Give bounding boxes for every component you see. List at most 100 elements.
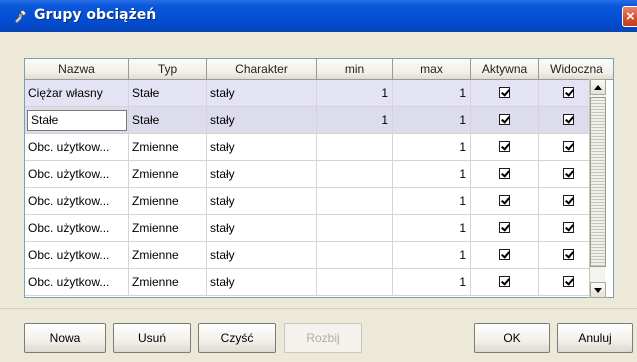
checkbox-widoczna[interactable] [562,248,574,260]
cell-min[interactable]: 1 [317,80,393,107]
column-header-widoczna[interactable]: Widoczna [539,59,613,80]
cell-max[interactable]: 1 [393,215,471,242]
table-row[interactable]: Ciężar własny Stałe stały 1 1 [25,80,598,107]
table-header: Nazwa Typ Charakter min max Aktywna Wido… [25,59,613,80]
cell-charakter[interactable]: stały [207,161,317,188]
cell-typ[interactable]: Stałe [129,107,207,134]
cell-nazwa[interactable]: Stałe [25,107,129,134]
cell-typ[interactable]: Zmienne [129,188,207,215]
dialog-window: Grupy obciążeń × Nazwa Typ Charakter min… [0,0,637,362]
checkbox-aktywna[interactable] [499,194,510,206]
title-bar[interactable]: Grupy obciążeń × [0,0,637,32]
cell-aktywna[interactable] [471,107,539,134]
scroll-up-button[interactable] [590,79,606,95]
cell-nazwa[interactable]: Obc. użytkow... [25,188,129,215]
table-row[interactable]: Obc. użytkow... Zmienne stały 1 [25,134,598,161]
cell-aktywna[interactable] [471,269,539,296]
checkbox-aktywna[interactable] [499,248,510,260]
cell-max[interactable]: 1 [393,134,471,161]
cell-charakter[interactable]: stały [207,134,317,161]
cell-min[interactable]: 1 [317,107,393,134]
load-groups-table: Nazwa Typ Charakter min max Aktywna Wido… [24,58,614,298]
cell-min[interactable] [317,161,393,188]
scroll-down-button[interactable] [590,282,606,298]
scroll-thumb[interactable] [590,97,606,267]
cell-aktywna[interactable] [471,134,539,161]
checkbox-aktywna[interactable] [499,167,510,179]
column-header-max[interactable]: max [393,59,471,80]
checkbox-aktywna[interactable] [499,86,510,98]
column-header-charakter[interactable]: Charakter [207,59,317,80]
checkbox-widoczna[interactable] [562,221,574,233]
table-row[interactable]: Obc. użytkow... Zmienne stały 1 [25,242,598,269]
cell-nazwa[interactable]: Obc. użytkow... [25,269,129,296]
checkbox-widoczna[interactable] [562,86,574,98]
cell-max[interactable]: 1 [393,242,471,269]
cell-aktywna[interactable] [471,161,539,188]
cell-charakter[interactable]: stały [207,107,317,134]
cell-charakter[interactable]: stały [207,269,317,296]
cell-nazwa[interactable]: Obc. użytkow... [25,134,129,161]
cell-min[interactable] [317,188,393,215]
cell-max[interactable]: 1 [393,161,471,188]
cell-min[interactable] [317,134,393,161]
cell-aktywna[interactable] [471,80,539,107]
cell-charakter[interactable]: stały [207,242,317,269]
cell-min[interactable] [317,242,393,269]
table-row[interactable]: Obc. użytkow... Zmienne stały 1 [25,161,598,188]
checkbox-aktywna[interactable] [499,140,510,152]
column-header-typ[interactable]: Typ [129,59,207,80]
cell-min[interactable] [317,269,393,296]
table-row[interactable]: Obc. użytkow... Zmienne stały 1 [25,269,598,296]
cell-charakter[interactable]: stały [207,188,317,215]
clear-button[interactable]: Czyść [198,323,276,353]
delete-button[interactable]: Usuń [113,323,191,353]
cell-nazwa[interactable]: Obc. użytkow... [25,215,129,242]
cell-aktywna[interactable] [471,215,539,242]
table-row[interactable]: Obc. użytkow... Zmienne stały 1 [25,188,598,215]
checkbox-widoczna[interactable] [562,194,574,206]
cell-max[interactable]: 1 [393,269,471,296]
split-button: Rozbij [284,323,362,353]
cell-max[interactable]: 1 [393,80,471,107]
checkbox-widoczna[interactable] [562,113,574,125]
cell-aktywna[interactable] [471,242,539,269]
cell-charakter[interactable]: stały [207,80,317,107]
vertical-scrollbar[interactable] [589,79,606,298]
cell-aktywna[interactable] [471,188,539,215]
button-bar: Nowa Usuń Czyść Rozbij OK Anuluj [0,308,637,362]
window-title: Grupy obciążeń [34,7,157,23]
checkbox-aktywna[interactable] [499,275,510,287]
new-button[interactable]: Nowa [24,323,106,353]
cell-typ[interactable]: Zmienne [129,269,207,296]
cell-nazwa[interactable]: Ciężar własny [25,80,129,107]
name-edit-field[interactable]: Stałe [27,110,127,131]
cancel-button[interactable]: Anuluj [557,323,633,353]
cell-nazwa[interactable]: Obc. użytkow... [25,161,129,188]
ok-button[interactable]: OK [474,323,550,353]
cell-max[interactable]: 1 [393,188,471,215]
cell-typ[interactable]: Stałe [129,80,207,107]
arrow-up-icon [594,85,602,90]
close-icon: × [626,8,635,25]
table-row[interactable]: Stałe Stałe stały 1 1 [25,107,598,134]
cell-nazwa[interactable]: Obc. użytkow... [25,242,129,269]
checkbox-widoczna[interactable] [562,275,574,287]
checkbox-aktywna[interactable] [499,113,510,125]
cell-min[interactable] [317,215,393,242]
column-header-aktywna[interactable]: Aktywna [471,59,539,80]
cell-max[interactable]: 1 [393,107,471,134]
cell-typ[interactable]: Zmienne [129,242,207,269]
pin-tool-icon [14,9,27,24]
checkbox-widoczna[interactable] [562,167,574,179]
cell-typ[interactable]: Zmienne [129,161,207,188]
cell-typ[interactable]: Zmienne [129,215,207,242]
column-header-nazwa[interactable]: Nazwa [25,59,129,80]
close-button[interactable]: × [622,6,637,27]
cell-charakter[interactable]: stały [207,215,317,242]
column-header-min[interactable]: min [317,59,393,80]
cell-typ[interactable]: Zmienne [129,134,207,161]
checkbox-aktywna[interactable] [499,221,510,233]
table-row[interactable]: Obc. użytkow... Zmienne stały 1 [25,215,598,242]
checkbox-widoczna[interactable] [562,140,574,152]
